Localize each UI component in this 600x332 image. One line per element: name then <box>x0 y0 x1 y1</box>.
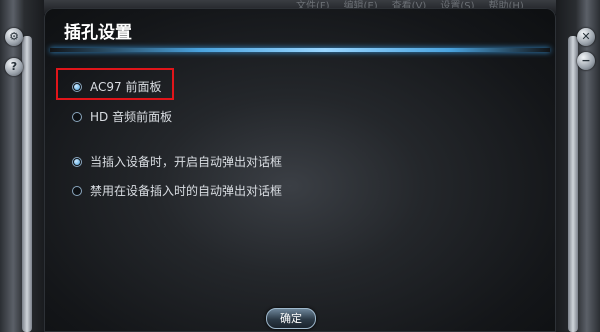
ok-button[interactable]: 确定 <box>266 308 316 329</box>
radio-selected-icon[interactable] <box>72 81 82 92</box>
radio-selected-icon[interactable] <box>72 156 82 167</box>
right-chrome-rail: ✕ − <box>556 0 600 332</box>
option-ac97-front-panel[interactable]: AC97 前面板 <box>72 78 161 95</box>
radio-unselected-icon[interactable] <box>72 111 82 122</box>
option-hd-audio-front-panel[interactable]: HD 音频前面板 <box>72 108 172 125</box>
option-label: 禁用在设备插入时的自动弹出对话框 <box>90 184 283 198</box>
gear-icon[interactable]: ⚙ <box>5 28 23 46</box>
dialog-title: 插孔设置 <box>64 23 132 43</box>
title-underline <box>50 48 550 52</box>
close-icon[interactable]: ✕ <box>577 28 595 46</box>
jack-settings-dialog: 插孔设置 AC97 前面板 HD 音频前面板 当插入设备时，开启自动弹出对话框 … <box>44 8 556 332</box>
minimize-icon[interactable]: − <box>577 52 595 70</box>
option-enable-auto-popup[interactable]: 当插入设备时，开启自动弹出对话框 <box>72 153 282 170</box>
option-label: 当插入设备时，开启自动弹出对话框 <box>90 155 283 169</box>
left-rail-bar <box>22 36 32 332</box>
option-label: AC97 前面板 <box>90 80 162 94</box>
left-chrome-rail: ⚙ ? <box>0 0 44 332</box>
help-icon[interactable]: ? <box>5 58 23 76</box>
option-disable-auto-popup[interactable]: 禁用在设备插入时的自动弹出对话框 <box>72 182 282 199</box>
right-rail-bar <box>568 36 578 332</box>
radio-unselected-icon[interactable] <box>72 185 82 196</box>
option-label: HD 音频前面板 <box>90 110 173 124</box>
